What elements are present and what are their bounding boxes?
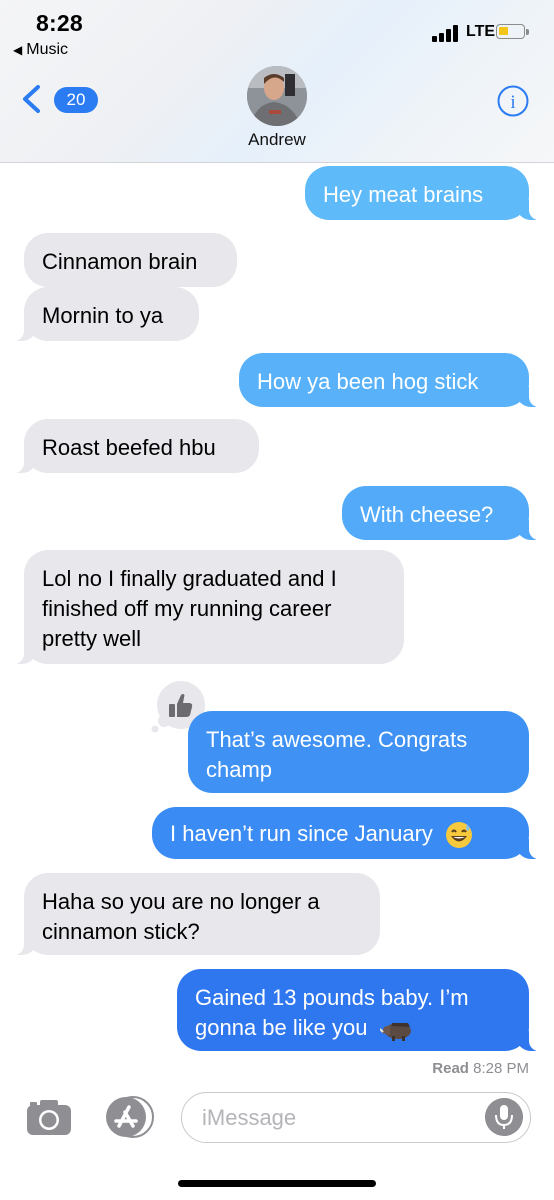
conversation-header: 8:28 ◀ Music LTE 20 Andrew i — [0, 0, 554, 163]
message-text: Cinnamon brain — [42, 249, 198, 274]
message-text-line: Haha so you are no longer a — [42, 889, 320, 914]
status-time: 8:28 — [36, 10, 83, 36]
message-text: With cheese? — [360, 502, 494, 527]
message-text-line: Gained 13 pounds baby. I’m — [195, 985, 469, 1010]
message-text: Mornin to ya — [42, 303, 164, 328]
message-text-line: Lol no I finally graduated and I — [42, 566, 337, 591]
microphone-icon[interactable] — [485, 1098, 523, 1136]
message-bubble-incoming[interactable]: Mornin to ya — [14, 287, 199, 341]
message-text-line: pretty well — [42, 626, 142, 651]
contact-name[interactable]: Andrew — [0, 130, 554, 150]
message-text: Roast beefed hbu — [42, 435, 216, 460]
message-text: How ya been hog stick — [257, 369, 479, 394]
message-bubble-incoming[interactable]: Cinnamon brain — [24, 233, 237, 287]
message-text: I haven’t run since January — [170, 821, 433, 846]
message-text: Hey meat brains — [323, 182, 484, 207]
read-label: Read — [432, 1060, 469, 1077]
camera-icon[interactable] — [24, 1097, 74, 1137]
message-bubble-incoming[interactable]: Roast beefed hbu — [14, 419, 259, 473]
message-text-line: champ — [206, 757, 273, 782]
message-text-line: finished off my running career — [42, 596, 332, 621]
back-to-app-link[interactable]: ◀ Music — [13, 41, 68, 59]
message-bubble-incoming[interactable]: Lol no I finally graduated and I finishe… — [14, 550, 404, 664]
message-bubble-outgoing[interactable]: I haven’t run since January — [152, 807, 539, 859]
contact-avatar[interactable] — [247, 66, 307, 126]
boar-emoji — [379, 1023, 411, 1042]
read-receipt: Read 8:28 PM — [432, 1060, 529, 1077]
message-bubble-outgoing[interactable]: That’s awesome. Congrats champ — [188, 711, 529, 793]
cellular-signal-icon — [432, 24, 462, 42]
message-bubble-outgoing[interactable]: Hey meat brains — [305, 166, 539, 220]
message-text-line: That’s awesome. Congrats — [206, 727, 468, 752]
read-time: 8:28 PM — [473, 1060, 529, 1077]
message-bubble-outgoing[interactable]: How ya been hog stick — [239, 353, 539, 407]
grinning-sweat-emoji — [446, 822, 473, 849]
message-bubble-outgoing[interactable]: With cheese? — [342, 486, 539, 540]
message-bubble-outgoing[interactable]: Gained 13 pounds baby. I’m gonna be like… — [177, 969, 539, 1051]
back-triangle-icon: ◀ — [13, 43, 23, 57]
app-store-icon[interactable] — [103, 1095, 157, 1139]
back-app-label: Music — [26, 41, 69, 58]
network-type: LTE — [466, 23, 496, 40]
imessage-input[interactable]: iMessage — [181, 1092, 531, 1143]
chevron-left-icon — [23, 85, 40, 113]
svg-text:i: i — [510, 92, 515, 113]
info-icon[interactable]: i — [497, 85, 529, 117]
battery-icon — [496, 24, 529, 39]
home-indicator[interactable] — [178, 1180, 376, 1187]
message-text-line: gonna be like you — [195, 1013, 511, 1043]
unread-count-badge: 20 — [54, 87, 98, 113]
message-text: gonna be like you — [195, 1015, 368, 1040]
imessage-placeholder: iMessage — [202, 1105, 297, 1130]
message-bubble-incoming[interactable]: Haha so you are no longer a cinnamon sti… — [14, 873, 380, 955]
message-text-line: cinnamon stick? — [42, 919, 200, 944]
avatar-photo — [247, 66, 307, 126]
